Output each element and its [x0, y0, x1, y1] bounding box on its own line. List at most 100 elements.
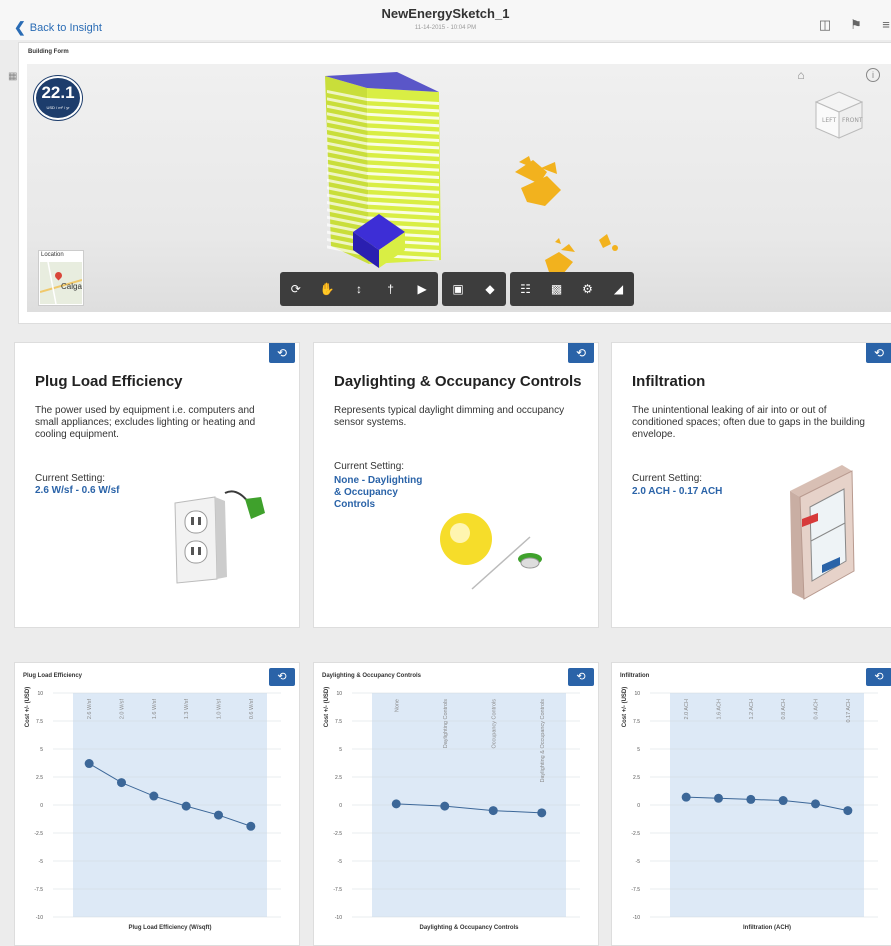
toggle-view-icon[interactable]: ⟲ [269, 343, 295, 363]
svg-text:FRONT: FRONT [842, 117, 863, 124]
y-tick-label: 0 [339, 803, 342, 809]
page-timestamp: 11-14-2015 - 10:04 PM [414, 25, 477, 31]
toggle-view-icon[interactable]: ⟲ [269, 668, 295, 686]
category-label: 2.0 W/sf [120, 699, 126, 720]
viewcube-icon[interactable]: LEFT FRONT [812, 88, 866, 142]
chart-card-plug-load: Plug Load Efficiency ⟲ 10 7.5 5 2.5 0 -2.5 -5 -… [14, 662, 300, 946]
data-point [84, 759, 94, 769]
fullscreen-icon[interactable]: ◢ [608, 278, 630, 300]
grid-icon[interactable]: ▦ [8, 72, 18, 82]
explode-icon[interactable]: ◆ [479, 278, 501, 300]
compare-icon[interactable]: ◫ [817, 18, 833, 32]
card-description: The power used by equipment i.e. compute… [35, 405, 256, 440]
current-setting-value-line-2: & Occupancy [334, 487, 398, 498]
settings-icon[interactable]: ⚙ [577, 278, 599, 300]
walk-icon[interactable]: † [380, 278, 402, 300]
y-tick-label: 5 [637, 747, 640, 753]
y-tick-label: 10 [634, 691, 640, 697]
orbit-icon[interactable]: ⟳ [285, 278, 307, 300]
current-setting-value-line-1: None - Daylighting [334, 475, 423, 486]
y-tick-label: 2.5 [36, 775, 43, 781]
category-label: 0.8 ACH [781, 699, 787, 720]
hierarchy-icon[interactable]: ☷ [515, 278, 537, 300]
stack-icon[interactable]: ≡ [878, 18, 891, 32]
category-label: 1.0 W/sf [217, 699, 223, 720]
y-tick-label: 2.5 [335, 775, 342, 781]
category-label: Occupancy Controls [491, 699, 497, 749]
category-label: 1.2 ACH [749, 699, 755, 720]
svg-text:LEFT: LEFT [822, 117, 836, 124]
y-tick-label: -10 [633, 915, 640, 921]
data-point [714, 793, 723, 803]
chart-card-daylighting: Daylighting & Occupancy Controls ⟲ 10 7.5… [313, 662, 599, 946]
data-point [246, 821, 256, 831]
camera-icon[interactable]: ▶ [411, 278, 433, 300]
toggle-view-icon[interactable]: ⟲ [866, 668, 891, 686]
data-point [488, 806, 498, 816]
current-setting-label: Current Setting: [334, 461, 405, 472]
data-point [746, 794, 756, 804]
location-label: Location [41, 252, 64, 258]
toggle-view-icon[interactable]: ⟲ [866, 343, 891, 363]
category-label: 2.6 W/sf [87, 699, 93, 720]
building-form-label: Building Form [28, 49, 69, 55]
card-plug-load[interactable]: ⟲ Plug Load Efficiency The power used by… [14, 342, 300, 628]
chart-infiltration: 10 7.5 5 2.5 0 -2.5 -5 -7.5 -10 Cost +/- (USD) Inf… [622, 687, 878, 931]
data-point [149, 791, 159, 801]
data-point [117, 778, 126, 788]
window-icon [790, 465, 855, 600]
pan-icon[interactable]: ✋ [316, 278, 338, 300]
eui-value: 22.1 [41, 83, 75, 102]
y-axis-label: Cost +/- (USD) [324, 687, 330, 727]
category-label: Daylighting Controls [443, 699, 449, 748]
eui-unit: USD / m² / yr [46, 105, 70, 110]
chart-plug-load: 10 7.5 5 2.5 0 -2.5 -5 -7.5 -10 Cost +/- (USD) Plu… [25, 687, 281, 931]
category-label: 0.17 ACH [846, 699, 852, 723]
category-label: None [394, 699, 400, 712]
toggle-view-icon[interactable]: ⟲ [568, 668, 594, 686]
chart-title: Daylighting & Occupancy Controls [322, 673, 422, 679]
data-point [843, 806, 853, 816]
card-title: Daylighting & Occupancy Controls [334, 373, 582, 390]
zoom-icon[interactable]: ↕ [348, 278, 370, 300]
card-title: Infiltration [632, 373, 706, 390]
y-tick-label: -2.5 [631, 831, 640, 837]
y-tick-label: -5 [39, 859, 44, 865]
home-icon[interactable]: ⌂ [794, 68, 808, 82]
save-icon[interactable]: ▩ [546, 278, 568, 300]
card-description: The unintentional leaking of air into or… [632, 405, 865, 440]
location-widget[interactable]: Location Calgar [38, 250, 84, 306]
data-point [440, 801, 450, 811]
y-tick-label: -2.5 [34, 831, 43, 837]
card-infiltration[interactable]: ⟲ Infiltration The unintentional leaking… [611, 342, 891, 628]
y-tick-label: 0 [40, 803, 43, 809]
info-icon[interactable]: i [866, 68, 880, 82]
y-axis-label: Cost +/- (USD) [25, 687, 31, 727]
current-setting-value: 2.6 W/sf - 0.6 W/sf [35, 485, 120, 496]
category-label: Daylighting & Occupancy Controls [540, 699, 546, 783]
category-label: 2.0 ACH [684, 699, 690, 720]
y-tick-label: 0 [637, 803, 640, 809]
orange-shapes [515, 156, 618, 274]
chart-title: Plug Load Efficiency [23, 673, 83, 679]
outlet-icon [174, 490, 265, 584]
data-point [778, 796, 788, 806]
current-setting-value: 2.0 ACH - 0.17 ACH [632, 486, 723, 497]
eui-badge[interactable]: 22.1 USD / m² / yr [34, 76, 82, 120]
chart-title: Infiltration [620, 673, 650, 679]
y-tick-label: -5 [338, 859, 343, 865]
current-setting-label: Current Setting: [35, 473, 106, 484]
y-tick-label: -10 [36, 915, 43, 921]
daylight-sensor-icon [440, 513, 542, 590]
flag-icon[interactable]: ⚑ [848, 18, 864, 32]
y-axis-label: Cost +/- (USD) [622, 687, 628, 727]
category-label: 1.6 W/sf [152, 699, 158, 720]
toggle-view-icon[interactable]: ⟲ [568, 343, 594, 363]
card-daylighting[interactable]: ⟲ Daylighting & Occupancy Controls Repre… [313, 342, 599, 628]
location-city: Calgar [61, 282, 82, 291]
section-icon[interactable]: ▣ [447, 278, 469, 300]
y-tick-label: 7.5 [633, 719, 640, 725]
category-label: 1.6 ACH [717, 699, 723, 720]
current-setting-value-line-3: Controls [334, 499, 376, 510]
category-label: 0.6 W/sf [249, 699, 255, 720]
